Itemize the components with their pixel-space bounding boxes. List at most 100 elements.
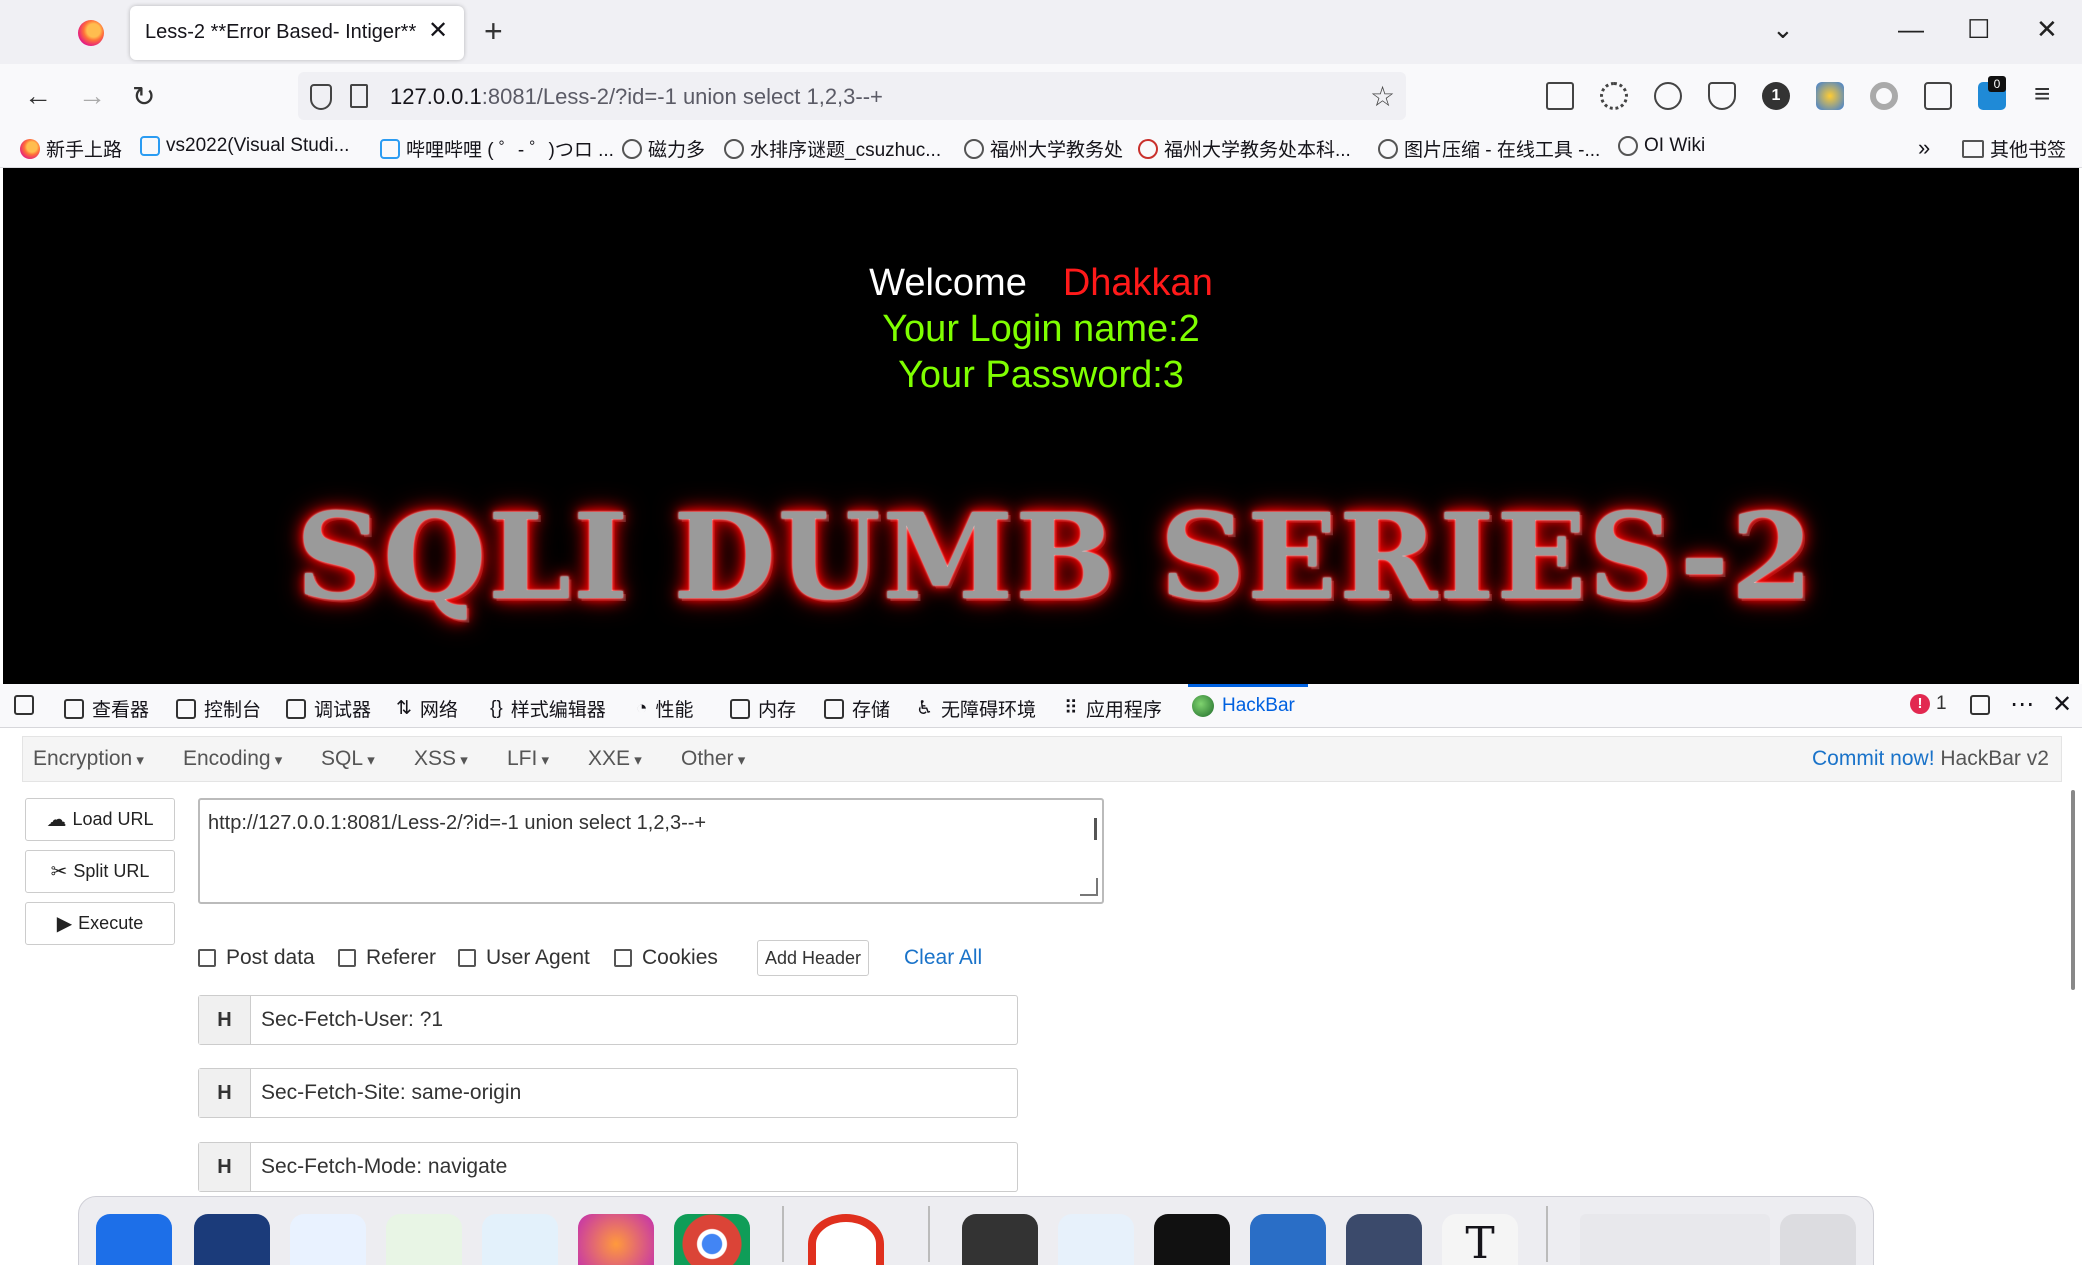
clear-all-link[interactable]: Clear All (904, 946, 982, 970)
login-name-text: Your Login name:2 (882, 308, 1200, 350)
user-agent-checkbox[interactable]: User Agent (458, 946, 590, 970)
minimize-icon[interactable]: — (1898, 14, 1924, 45)
add-header-button[interactable]: Add Header (757, 940, 869, 976)
list-tabs-icon[interactable]: ⌄ (1772, 14, 1794, 45)
vscode-icon[interactable] (1058, 1214, 1134, 1265)
referer-checkbox[interactable]: Referer (338, 946, 436, 970)
error-icon: ! (1910, 694, 1930, 714)
pocket-icon[interactable] (1708, 82, 1736, 110)
firefox-icon[interactable] (78, 20, 104, 46)
bookmark-item[interactable]: vs2022(Visual Studi... (140, 135, 349, 157)
reader-view-icon[interactable] (1546, 82, 1574, 110)
element-picker-icon[interactable] (14, 695, 34, 715)
new-tab-icon[interactable]: + (484, 13, 503, 50)
tab-close-icon[interactable]: ✕ (428, 16, 448, 45)
bookmark-item[interactable]: 哔哩哔哩 ( ゜- ゜)つロ ... (380, 135, 614, 162)
terminal-icon[interactable] (962, 1214, 1038, 1265)
other-bookmarks[interactable]: 其他书签 (1962, 135, 2066, 162)
textarea-scrollbar[interactable] (1094, 818, 1097, 840)
recycle-bin-icon[interactable] (1780, 1214, 1856, 1265)
pycharm-icon[interactable] (1154, 1214, 1230, 1265)
split-url-button[interactable]: ✂ Split URL (25, 850, 175, 893)
bilibili-icon (140, 136, 160, 156)
page-info-icon[interactable] (350, 84, 368, 108)
globe-icon (724, 138, 744, 159)
tab-title[interactable]: Less-2 **Error Based- Intiger** (145, 21, 416, 44)
bookmark-item[interactable]: 新手上路 (20, 135, 122, 162)
globe-icon (1618, 136, 1638, 156)
finder-app-icon[interactable] (96, 1214, 172, 1265)
window-thumbnail[interactable] (1580, 1214, 1770, 1265)
prohibited-icon[interactable] (808, 1214, 884, 1265)
devtools-tab-network[interactable]: ⇅ 网络 (396, 695, 458, 722)
edge-icon[interactable] (482, 1214, 558, 1265)
devtools-tab-application[interactable]: ⠿ 应用程序 (1064, 695, 1162, 722)
devtools-tab-performance[interactable]: ◔ 性能 (636, 695, 694, 722)
menu-icon[interactable]: ≡ (2034, 78, 2050, 110)
debugger-icon (286, 698, 306, 719)
url-textarea[interactable] (198, 798, 1104, 904)
error-count-badge[interactable]: ! 1 (1910, 693, 1947, 715)
header-row[interactable]: H Sec-Fetch-User: ?1 (198, 995, 1018, 1045)
history-icon[interactable] (1654, 82, 1682, 110)
extensions-icon[interactable] (1924, 82, 1952, 110)
chrome-icon[interactable] (674, 1214, 750, 1265)
post-data-checkbox[interactable]: Post data (198, 946, 315, 970)
bookmark-item[interactable]: 福州大学教务处 (964, 135, 1123, 162)
bookmarks-overflow-icon[interactable]: » (1918, 135, 1930, 161)
panel-scrollbar[interactable] (2071, 790, 2075, 990)
url-text[interactable]: 127.0.0.1:8081/Less-2/?id=-1 union selec… (390, 84, 883, 110)
bookmark-item[interactable]: 磁力多 (622, 135, 705, 162)
bookmark-star-icon[interactable]: ☆ (1370, 80, 1395, 113)
devtools-tab-console[interactable]: 控制台 (176, 695, 261, 722)
cat-app-icon[interactable] (1346, 1214, 1422, 1265)
menu-other[interactable]: Other (681, 747, 745, 771)
launchpad-rocket-icon[interactable] (194, 1214, 270, 1265)
tracking-shield-icon[interactable] (310, 84, 332, 110)
back-icon[interactable]: ← (24, 80, 52, 112)
menu-sql[interactable]: SQL (321, 747, 375, 771)
firefox-dock-icon[interactable] (578, 1214, 654, 1265)
devtools-tab-hackbar[interactable]: HackBar (1192, 695, 1295, 717)
devtools-tab-memory[interactable]: 内存 (730, 695, 796, 722)
maximize-icon[interactable]: ☐ (1967, 14, 1990, 45)
wechat-icon[interactable] (386, 1214, 462, 1265)
load-url-button[interactable]: ☁ Load URL (25, 798, 175, 841)
dock-side-icon[interactable] (1970, 695, 1990, 715)
app-store-icon[interactable] (290, 1214, 366, 1265)
window-close-icon[interactable]: ✕ (2036, 14, 2058, 45)
menu-encoding[interactable]: Encoding (183, 747, 282, 771)
extension-icon[interactable] (1816, 82, 1844, 110)
menu-encryption[interactable]: Encryption (33, 747, 144, 771)
settings-icon[interactable] (1600, 82, 1628, 110)
virtual-machine-icon[interactable] (1250, 1214, 1326, 1265)
resize-handle-icon[interactable] (1080, 878, 1098, 896)
devtools-close-icon[interactable]: ✕ (2052, 690, 2072, 719)
bookmark-item[interactable]: 福州大学教务处本科... (1138, 135, 1351, 162)
extension-badge-icon[interactable]: 1 (1762, 82, 1790, 110)
devtools-tab-style-editor[interactable]: {} 样式编辑器 (490, 695, 606, 722)
menu-xss[interactable]: XSS (414, 747, 468, 771)
cookies-checkbox[interactable]: Cookies (614, 946, 718, 970)
bookmark-item[interactable]: 图片压缩 - 在线工具 -... (1378, 135, 1600, 162)
menu-xxe[interactable]: XXE (588, 747, 642, 771)
devtools-tab-debugger[interactable]: 调试器 (286, 695, 371, 722)
typora-icon[interactable]: T (1442, 1214, 1518, 1265)
more-options-icon[interactable]: ⋯ (2010, 690, 2034, 719)
forward-icon[interactable]: → (78, 80, 106, 112)
commit-link[interactable]: Commit now! HackBar v2 (1812, 747, 2049, 771)
execute-button[interactable]: ▶ Execute (25, 902, 175, 945)
devtools-tab-storage[interactable]: 存储 (824, 695, 890, 722)
bookmark-item[interactable]: OI Wiki (1618, 135, 1705, 157)
header-row[interactable]: H Sec-Fetch-Mode: navigate (198, 1142, 1018, 1192)
menu-lfi[interactable]: LFI (507, 747, 549, 771)
memory-icon (730, 698, 750, 719)
reload-icon[interactable]: ↻ (132, 80, 155, 113)
devtools-tab-inspector[interactable]: 查看器 (64, 695, 149, 722)
devtools-tab-accessibility[interactable]: ♿ 无障碍环境 (916, 695, 1036, 722)
extension-circle-icon[interactable] (1870, 82, 1898, 110)
bookmark-item[interactable]: 水排序谜题_csuzhuc... (724, 135, 941, 162)
braces-icon: {} (490, 697, 503, 719)
header-row[interactable]: H Sec-Fetch-Site: same-origin (198, 1068, 1018, 1118)
dock-separator (782, 1206, 784, 1262)
